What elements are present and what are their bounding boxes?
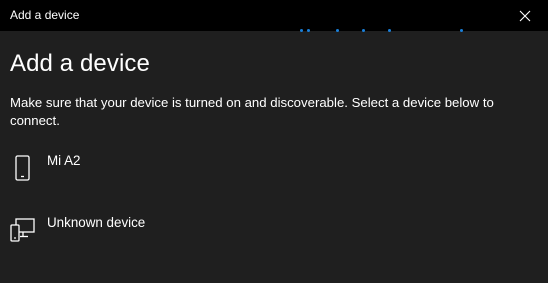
device-item-mi-a2[interactable]: Mi A2 [0, 142, 548, 194]
progress-dot [362, 29, 365, 32]
page-title: Add a device [10, 50, 150, 77]
device-name: Unknown device [47, 215, 146, 230]
progress-dot [307, 29, 310, 32]
close-button[interactable] [502, 0, 548, 31]
instructions-text: Make sure that your device is turned on … [10, 95, 494, 128]
phone-icon [15, 155, 30, 181]
unknown-device-icon [10, 218, 35, 242]
close-icon [519, 10, 531, 21]
title-bar: Add a device [0, 0, 548, 31]
progress-dot [460, 29, 463, 32]
searching-progress-indicator [290, 28, 480, 34]
progress-dot [388, 29, 391, 32]
device-name: Mi A2 [47, 153, 81, 168]
window-title: Add a device [10, 8, 80, 22]
device-item-unknown-device[interactable]: Unknown device [0, 204, 548, 256]
progress-dot [336, 29, 339, 32]
progress-dot [300, 29, 303, 32]
